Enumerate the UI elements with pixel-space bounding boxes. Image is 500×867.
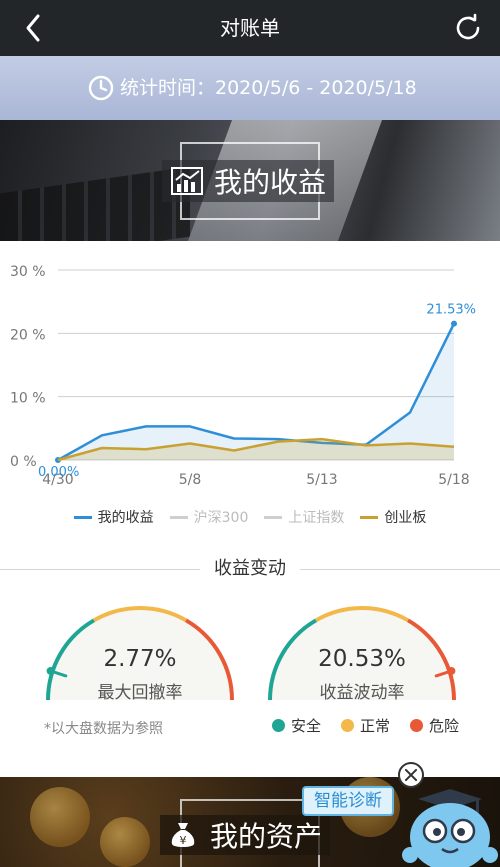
earnings-banner: 我的收益 — [0, 120, 500, 241]
x-tick-label: 5/8 — [179, 472, 202, 488]
stat-period-bar: 统计时间：2020/5/6 - 2020/5/18 — [0, 56, 500, 120]
volatility-gauge: 20.53% 收益波动率 — [262, 600, 462, 710]
drawdown-label: 最大回撤率 — [97, 683, 183, 703]
banner-title: 我的收益 — [214, 166, 327, 199]
volatility-value: 20.53% — [318, 646, 406, 672]
page-title: 对账单 — [220, 16, 280, 40]
legend-label: 我的收益 — [97, 510, 154, 526]
y-tick-label: 0 % — [10, 454, 37, 470]
drawdown-value: 2.77% — [103, 646, 177, 672]
clock-icon — [88, 75, 114, 101]
chart-icon — [171, 167, 203, 195]
coin-image — [30, 787, 90, 847]
x-tick-label: 5/13 — [306, 472, 337, 488]
legend-label: 上证指数 — [288, 510, 345, 526]
legend-item[interactable]: 沪深300 — [169, 506, 249, 528]
top-bar: 对账单 — [0, 0, 500, 56]
end-point — [451, 320, 457, 327]
y-tick-label: 30 % — [10, 264, 46, 280]
reference-note: *以大盘数据为参照 — [44, 721, 163, 737]
x-tick-label: 5/18 — [438, 472, 469, 488]
safe-dot-icon — [272, 719, 285, 732]
banner-label: 我的收益 — [162, 160, 335, 202]
svg-text:¥: ¥ — [180, 834, 187, 847]
assets-banner-title: 我的资产 — [210, 820, 323, 853]
legend-swatch — [360, 515, 379, 519]
earnings-chart-svg: 0 %10 %20 %30 %4/30 5/8 5/13 5/1821.53%0.00… — [10, 264, 476, 488]
danger-dot-icon — [410, 719, 424, 732]
octopus-mascot-icon[interactable] — [390, 785, 500, 867]
risk-legend-label: 危险 — [429, 717, 460, 735]
smart-diagnosis-button[interactable]: 智能诊断 — [302, 786, 394, 816]
end-data-label: 21.53% — [426, 303, 476, 318]
legend-swatch — [264, 515, 283, 519]
risk-legend-label: 正常 — [360, 717, 391, 735]
y-tick-label: 20 % — [10, 327, 46, 343]
money-bag-icon: ¥ — [171, 823, 195, 847]
earnings-chart: 0 % 10 % 20 % 30 % 4/30 5/8 5/13 5/18 21.53% 0.00… — [0, 248, 500, 498]
divider-right — [300, 569, 500, 570]
legend-item[interactable]: 上证指数 — [264, 506, 344, 528]
chart-legend: 我的收益 沪深300 上证指数 创业板 — [0, 506, 500, 528]
legend-swatch — [73, 515, 92, 519]
legend-label: 沪深300 — [193, 510, 249, 526]
coin-image — [100, 817, 150, 867]
normal-dot-icon — [341, 719, 355, 732]
refresh-icon[interactable] — [452, 12, 484, 44]
legend-swatch — [169, 515, 188, 519]
drawdown-gauge: 2.77% 最大回撤率 — [40, 600, 240, 710]
section-header: 收益变动 — [0, 555, 500, 583]
risk-legend-safe: 安全 — [272, 715, 321, 736]
legend-item[interactable]: 我的收益 — [73, 506, 154, 528]
volatility-label: 收益波动率 — [319, 683, 405, 703]
risk-legend-label: 安全 — [291, 717, 322, 735]
risk-legend-normal: 正常 — [341, 715, 390, 736]
legend-item[interactable]: 创业板 — [360, 506, 426, 528]
legend-label: 创业板 — [384, 510, 427, 526]
stat-period-text: 统计时间：2020/5/6 - 2020/5/18 — [120, 77, 417, 99]
y-tick-label: 10 % — [10, 391, 46, 407]
risk-legend-danger: 危险 — [410, 715, 459, 736]
risk-legend: 安全 正常 危险 — [272, 715, 459, 736]
start-data-label: 0.00% — [38, 465, 79, 480]
assets-banner-label: ¥ 我的资产 — [160, 815, 331, 855]
